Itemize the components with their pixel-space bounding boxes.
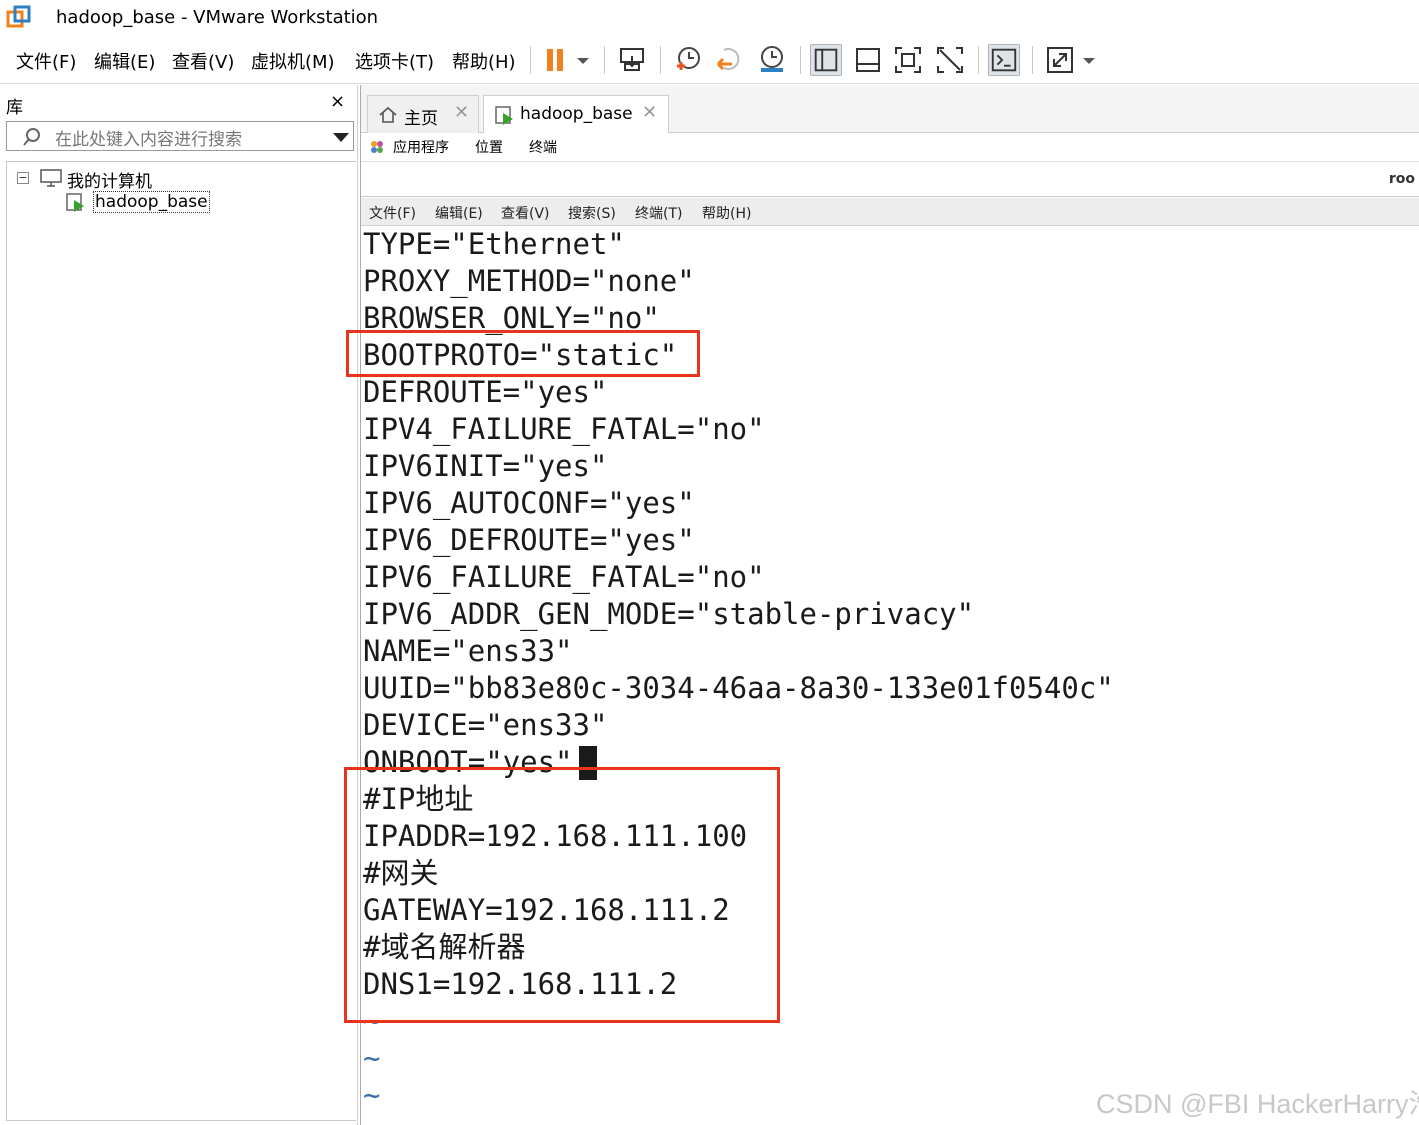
search-placeholder: 在此处键入内容进行搜索 [55, 130, 242, 150]
terminal-title-bar [361, 161, 1419, 197]
gnome-menu-places[interactable]: 位置 [475, 137, 503, 157]
search-icon [23, 128, 40, 146]
home-icon [379, 106, 397, 123]
tree-collapse-icon[interactable]: − [17, 172, 29, 184]
applications-icon [371, 141, 383, 153]
config-line: TYPE="Ethernet" [363, 227, 625, 261]
tab-home[interactable]: 主页 ✕ [367, 95, 479, 133]
library-pane: 库 × 在此处键入内容进行搜索 − 我的计算机 hadoop_base [0, 85, 358, 1125]
tab-hadoop-base-close-icon[interactable]: ✕ [642, 102, 657, 123]
config-line: DEVICE="ens33" [363, 708, 608, 742]
config-line: IPV4_FAILURE_FATAL="no" [363, 412, 765, 446]
menu-vm[interactable]: 虚拟机(M) [251, 48, 335, 74]
menu-file[interactable]: 文件(F) [16, 48, 76, 74]
empty-line-tilde: ~ [363, 1041, 381, 1075]
menu-help[interactable]: 帮助(H) [452, 48, 516, 74]
toolbar-separator [530, 46, 531, 74]
full-screen-icon[interactable] [892, 44, 924, 76]
terminal-window-title: roo [1388, 171, 1415, 187]
stretch-icon[interactable] [1044, 44, 1076, 76]
toolbar-separator [800, 46, 801, 74]
menu-toolbar: 文件(F) 编辑(E) 查看(V) 虚拟机(M) 选项卡(T) 帮助(H) [0, 36, 1419, 84]
menu-tabs[interactable]: 选项卡(T) [355, 48, 434, 74]
title-bar: hadoop_base - VMware Workstation [0, 0, 1419, 36]
stretch-dropdown-icon[interactable] [1076, 44, 1102, 76]
snapshot-manager-icon[interactable] [756, 44, 788, 76]
config-line: IPV6_ADDR_GEN_MODE="stable-privacy" [363, 597, 975, 631]
config-line: IPV6INIT="yes" [363, 449, 608, 483]
empty-line-tilde: ~ [363, 1078, 381, 1112]
gnome-top-panel: 应用程序 位置 终端 [361, 133, 1419, 161]
thumbnail-bar-icon[interactable] [852, 44, 884, 76]
terminal-menu-bar: 文件(F) 编辑(E) 查看(V) 搜索(S) 终端(T) 帮助(H) [361, 198, 1419, 226]
terminal-menu-edit[interactable]: 编辑(E) [435, 203, 483, 223]
computer-icon [40, 169, 62, 187]
tab-hadoop-base-label: hadoop_base [520, 104, 633, 124]
tree-root-my-computer[interactable]: 我的计算机 [67, 167, 152, 192]
snapshot-take-icon[interactable] [672, 44, 704, 76]
send-ctrl-alt-del-icon[interactable] [616, 44, 648, 76]
config-line: PROXY_METHOD="none" [363, 264, 695, 298]
config-line: IPV6_AUTOCONF="yes" [363, 486, 695, 520]
watermark: CSDN @FBI HackerHarry浩 [1096, 1089, 1419, 1119]
terminal-menu-file[interactable]: 文件(F) [369, 203, 416, 223]
highlight-box-bootproto [346, 330, 700, 377]
tree-item-hadoop-base[interactable]: hadoop_base [93, 191, 210, 213]
terminal-menu-help[interactable]: 帮助(H) [702, 203, 751, 223]
dropdown-arrow-icon[interactable] [570, 44, 596, 76]
pause-icon[interactable] [540, 44, 572, 76]
tab-hadoop-base[interactable]: hadoop_base ✕ [483, 95, 669, 133]
terminal-menu-search[interactable]: 搜索(S) [568, 203, 616, 223]
toolbar-separator [660, 46, 661, 74]
terminal-menu-view[interactable]: 查看(V) [501, 203, 550, 223]
gnome-menu-terminal[interactable]: 终端 [529, 137, 557, 157]
snapshot-revert-icon[interactable] [714, 44, 746, 76]
library-view-icon[interactable] [810, 44, 842, 76]
toolbar-separator [604, 46, 605, 74]
library-close-button[interactable]: × [330, 91, 345, 112]
config-line: NAME="ens33" [363, 634, 573, 668]
toolbar-separator [1032, 46, 1033, 74]
tab-strip: 主页 ✕ hadoop_base ✕ [361, 85, 1419, 133]
tab-home-label: 主页 [404, 109, 438, 129]
library-title: 库 [6, 98, 23, 118]
config-line: UUID="bb83e80c-3034-46aa-8a30-133e01f054… [363, 671, 1114, 705]
unity-icon[interactable] [934, 44, 966, 76]
gnome-menu-applications[interactable]: 应用程序 [393, 137, 449, 157]
vm-tree: − 我的计算机 hadoop_base [6, 161, 356, 1121]
config-line: IPV6_DEFROUTE="yes" [363, 523, 695, 557]
config-line: IPV6_FAILURE_FATAL="no" [363, 560, 765, 594]
config-line: DEFROUTE="yes" [363, 375, 608, 409]
menu-view[interactable]: 查看(V) [172, 48, 234, 74]
window-title: hadoop_base - VMware Workstation [56, 7, 379, 28]
tab-home-close-icon[interactable]: ✕ [454, 102, 469, 123]
highlight-box-network-settings [344, 767, 780, 1023]
library-search-input[interactable]: 在此处键入内容进行搜索 [6, 121, 354, 151]
console-view-icon[interactable] [988, 44, 1020, 76]
toolbar-separator [978, 46, 979, 74]
search-dropdown-icon[interactable] [333, 133, 349, 142]
terminal-menu-terminal[interactable]: 终端(T) [635, 203, 682, 223]
vm-running-icon [495, 106, 513, 125]
vmware-logo-icon [6, 5, 31, 28]
menu-edit[interactable]: 编辑(E) [94, 48, 155, 74]
vm-running-icon [66, 193, 84, 212]
